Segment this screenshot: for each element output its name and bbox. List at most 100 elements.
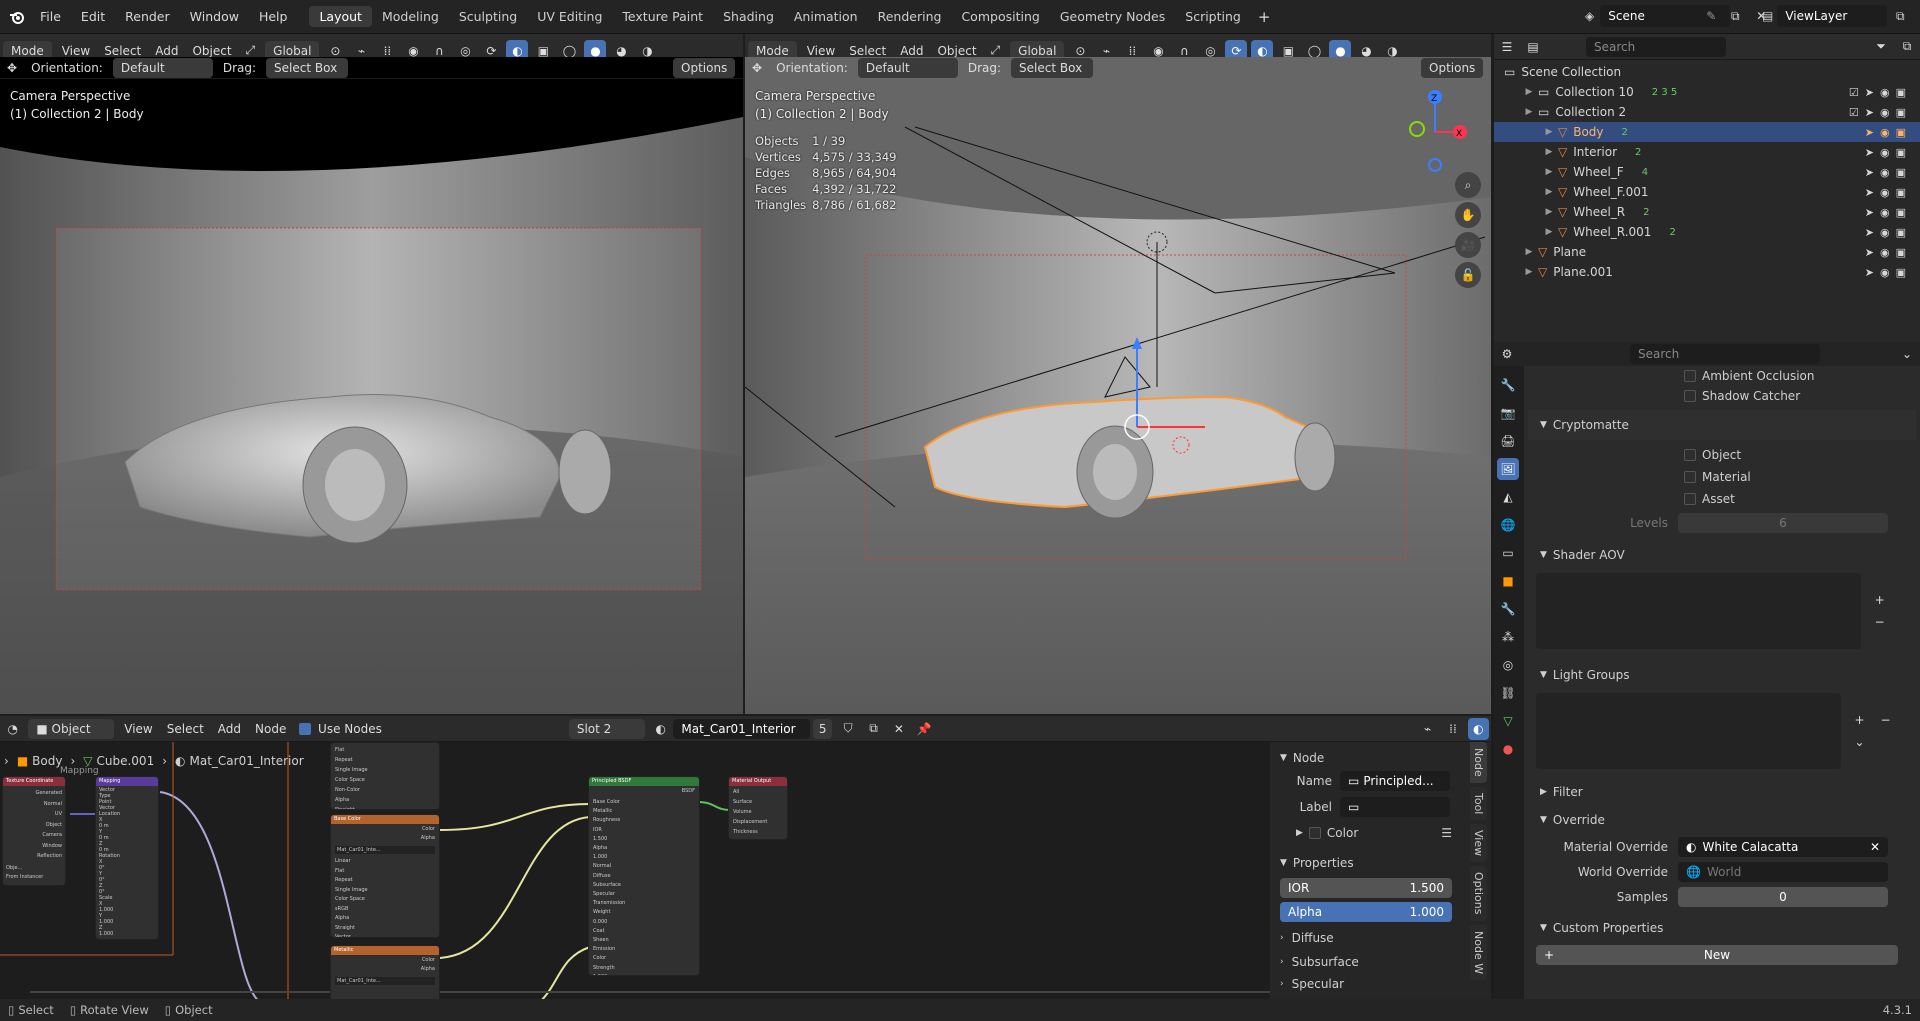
duplicate-material-icon[interactable]: ⧉ xyxy=(863,718,884,740)
shader-aov-panel-header[interactable]: ▼ Shader AOV xyxy=(1528,540,1916,570)
outliner-item[interactable]: ▶ ▽ Wheel_R 2 ➤◉▣ xyxy=(1494,202,1920,222)
node-socket-row[interactable]: Surface xyxy=(733,797,783,807)
ambient-occlusion-row[interactable]: Ambient Occlusion xyxy=(1528,366,1916,386)
base-color-alpha-output[interactable]: Alpha xyxy=(335,834,435,843)
expand-arrow-icon[interactable]: ▶ xyxy=(1522,267,1536,277)
left-options-button[interactable]: Options xyxy=(673,58,736,78)
sidebar-tab-node-wrangler[interactable]: Node W xyxy=(1470,924,1487,980)
sidebar-tab-options[interactable]: Options xyxy=(1470,866,1487,921)
left-orientation-dropdown[interactable]: Default xyxy=(112,57,213,78)
left-viewport[interactable]: ✥ Orientation: Default Drag: Select Box … xyxy=(0,57,743,714)
node-socket-row[interactable]: All xyxy=(733,787,783,797)
expand-arrow-icon[interactable]: ▶ xyxy=(1522,247,1536,257)
node-socket-row[interactable]: Normal xyxy=(593,862,695,871)
outliner-item[interactable]: ▶ ▽ Wheel_F 4 ➤◉▣ xyxy=(1494,162,1920,182)
levels-field[interactable]: 6 xyxy=(1678,513,1888,533)
cryptomatte-panel-header[interactable]: ▼ Cryptomatte xyxy=(1528,410,1916,440)
pin-node-tree-icon[interactable]: 📌 xyxy=(914,718,935,740)
outliner-item[interactable]: ▶ ▭ Collection 10 2 3 5 ☑➤◉▣ xyxy=(1494,82,1920,102)
node-socket-row[interactable]: Color Space xyxy=(335,895,435,905)
node-socket-row[interactable]: Weight xyxy=(593,908,695,917)
node-socket-row[interactable]: Repeat xyxy=(335,876,435,886)
right-orientation-dropdown[interactable]: Default xyxy=(857,58,958,78)
base-color-image-field[interactable]: Mat_Car01_Inte... xyxy=(335,846,435,854)
tab-sculpting[interactable]: Sculpting xyxy=(449,6,527,27)
metallic-alpha-output[interactable]: Alpha xyxy=(335,965,435,974)
material-output-node[interactable]: Material Output All Surface Volume Displace… xyxy=(728,776,788,840)
material-slot-dropdown[interactable]: Slot 2 xyxy=(568,718,646,739)
expand-arrow-icon[interactable]: ▶ xyxy=(1542,127,1556,137)
right-object-menu[interactable]: Object xyxy=(930,44,983,58)
node-socket-row[interactable]: 1.000 xyxy=(99,931,155,937)
camera-render-icon[interactable]: ▣ xyxy=(1896,146,1912,159)
diffuse-row[interactable]: › Diffuse xyxy=(1280,926,1452,950)
blender-logo-icon[interactable] xyxy=(6,6,28,28)
new-property-button[interactable]: + New xyxy=(1536,945,1898,965)
node-socket-row[interactable]: Coat xyxy=(593,927,695,936)
constraints-tab-icon[interactable]: ⛓ xyxy=(1497,682,1519,704)
camera-render-icon[interactable]: ▣ xyxy=(1896,126,1912,139)
eye-icon[interactable]: ◉ xyxy=(1880,206,1896,219)
lock-view-icon[interactable]: 🔓 xyxy=(1455,262,1481,288)
outliner-item[interactable]: ▶ ▽ Wheel_F.001 ➤◉▣ xyxy=(1494,182,1920,202)
metallic-color-output[interactable]: Color xyxy=(335,956,435,965)
expand-arrow-icon[interactable]: ▶ xyxy=(1542,147,1556,157)
node-snap-target-icon[interactable]: ⁞⁞ xyxy=(1442,718,1463,740)
new-viewlayer-icon[interactable]: ⧉ xyxy=(1889,5,1911,27)
eye-icon[interactable]: ◉ xyxy=(1880,166,1896,179)
fake-user-icon[interactable]: ⛉ xyxy=(837,718,858,740)
node-socket-row[interactable]: Subsurface xyxy=(593,881,695,890)
left-select-menu[interactable]: Select xyxy=(97,44,148,58)
add-light-group-icon[interactable]: + xyxy=(1849,709,1871,731)
properties-options-icon[interactable]: ⌄ xyxy=(1896,343,1918,365)
eye-icon[interactable]: ◉ xyxy=(1880,146,1896,159)
shader-aov-list[interactable] xyxy=(1536,573,1861,649)
node-socket-row[interactable]: Normal xyxy=(6,799,62,810)
remove-aov-icon[interactable]: − xyxy=(1869,611,1891,633)
node-snap-icon[interactable]: ⌁ xyxy=(1417,718,1438,740)
outliner-item[interactable]: ▶ ▽ Wheel_R.001 2 ➤◉▣ xyxy=(1494,222,1920,242)
exclude-checkbox-icon[interactable]: ☑ xyxy=(1849,106,1865,119)
tab-shading[interactable]: Shading xyxy=(713,6,784,27)
expand-arrow-icon[interactable]: ▶ xyxy=(1542,167,1556,177)
properties-search-input[interactable]: Search xyxy=(1630,344,1820,364)
node-socket-row[interactable]: Diffuse xyxy=(593,872,695,881)
camera-render-icon[interactable]: ▣ xyxy=(1896,246,1912,259)
right-options-button[interactable]: Options xyxy=(1421,58,1484,78)
node-socket-row[interactable]: Displacement xyxy=(733,817,783,827)
base-color-texture-node[interactable]: Base Color Color Alpha Mat_Car01_Inte... … xyxy=(330,814,440,938)
override-panel-header[interactable]: ▼ Override xyxy=(1528,806,1916,834)
node-socket-row[interactable]: Object xyxy=(6,820,62,831)
node-socket-row[interactable]: Roughness xyxy=(593,816,695,825)
material-tab-icon[interactable]: ● xyxy=(1497,738,1519,760)
select-arrow-icon[interactable]: ➤ xyxy=(1865,266,1880,279)
node-color-checkbox[interactable] xyxy=(1308,827,1321,839)
scene-selector[interactable]: ◈ Scene ✎ ⧉ ✕ xyxy=(1585,5,1774,27)
crypto-material-row[interactable]: Material xyxy=(1528,466,1916,488)
pan-hand-icon[interactable]: ✋ xyxy=(1455,202,1481,228)
node-socket-row[interactable]: Flat xyxy=(335,745,435,755)
outliner-item[interactable]: ▶ ▭ Collection 2 ☑➤◉▣ xyxy=(1494,102,1920,122)
node-overlay-icon[interactable]: ◐ xyxy=(1467,717,1489,740)
tab-modeling[interactable]: Modeling xyxy=(372,6,449,27)
alpha-field[interactable]: Alpha 1.000 xyxy=(1280,902,1452,922)
node-socket-row[interactable]: Straight xyxy=(335,805,435,809)
node-socket-row[interactable]: Linear xyxy=(335,857,435,867)
select-arrow-icon[interactable]: ➤ xyxy=(1865,186,1880,199)
node-node-menu[interactable]: Node xyxy=(248,722,293,736)
select-arrow-icon[interactable]: ➤ xyxy=(1865,206,1880,219)
use-nodes-checkbox[interactable] xyxy=(299,722,312,735)
camera-render-icon[interactable]: ▣ xyxy=(1896,266,1912,279)
navigation-gizmo[interactable]: Z X xyxy=(1405,87,1491,177)
metallic-texture-node[interactable]: Metallic Color Alpha Mat_Car01_Inte... xyxy=(330,945,440,999)
node-socket-row[interactable]: Color xyxy=(593,954,695,963)
node-socket-row[interactable]: Straight xyxy=(335,924,435,934)
world-tab-icon[interactable]: 🌐 xyxy=(1497,514,1519,536)
properties-editor-icon[interactable]: ⚙ xyxy=(1496,343,1518,365)
world-override-field[interactable]: 🌐 World xyxy=(1678,861,1888,882)
select-arrow-icon[interactable]: ➤ xyxy=(1865,246,1880,259)
light-groups-panel-header[interactable]: ▼ Light Groups xyxy=(1528,660,1916,690)
eye-icon[interactable]: ◉ xyxy=(1880,126,1896,139)
outliner-filter-icon[interactable]: ⏷ xyxy=(1870,36,1892,58)
node-socket-row[interactable]: sRGB xyxy=(335,905,435,915)
